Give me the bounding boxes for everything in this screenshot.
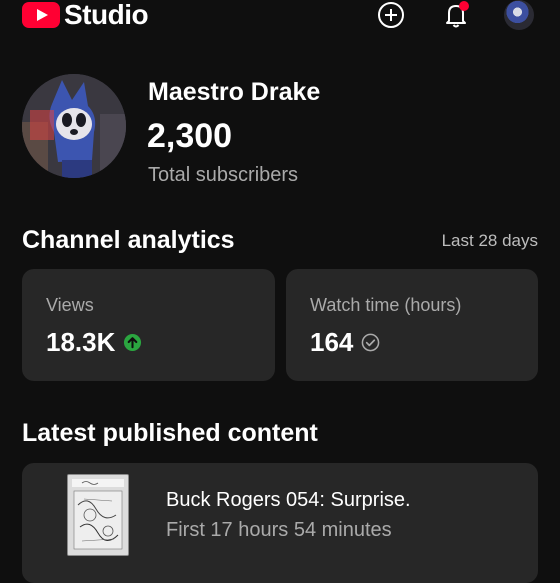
subscriber-count: 2,300 — [147, 117, 233, 155]
top-bar: Studio — [0, 0, 560, 30]
watch-time-card[interactable]: Watch time (hours) 164 — [286, 269, 538, 381]
app-name: Studio — [64, 0, 149, 30]
video-title[interactable]: Buck Rogers 054: Surprise. — [166, 489, 411, 512]
video-thumbnail-image — [68, 475, 128, 555]
watch-time-value-row: 164 — [310, 327, 380, 358]
views-label: Views — [46, 295, 94, 315]
subscriber-label: Total subscribers — [148, 164, 299, 186]
notifications-button[interactable] — [441, 0, 471, 30]
views-value: 18.3K — [46, 327, 116, 357]
create-plus-icon — [378, 2, 404, 28]
watch-time-value: 164 — [310, 327, 354, 357]
latest-content-title: Latest published content — [22, 419, 318, 447]
views-value-row: 18.3K — [46, 327, 142, 358]
channel-avatar[interactable] — [22, 74, 126, 178]
video-meta: First 17 hours 54 minutes — [166, 519, 392, 541]
views-card[interactable]: Views 18.3K — [22, 269, 275, 381]
arrow-up-circle-icon — [123, 333, 142, 352]
youtube-logo-icon — [22, 2, 60, 28]
analytics-period[interactable]: Last 28 days — [442, 231, 538, 251]
watch-time-label: Watch time (hours) — [310, 295, 462, 315]
studio-logo[interactable]: Studio — [22, 0, 149, 30]
create-button[interactable] — [376, 0, 406, 30]
analytics-title: Channel analytics — [22, 226, 235, 254]
video-thumbnail[interactable] — [67, 474, 129, 556]
check-circle-icon — [361, 333, 380, 352]
notification-dot — [459, 1, 469, 11]
account-avatar[interactable] — [504, 0, 534, 30]
notifications-bell-icon — [446, 1, 469, 28]
channel-name: Maestro Drake — [148, 78, 321, 106]
channel-avatar-image — [22, 74, 126, 178]
